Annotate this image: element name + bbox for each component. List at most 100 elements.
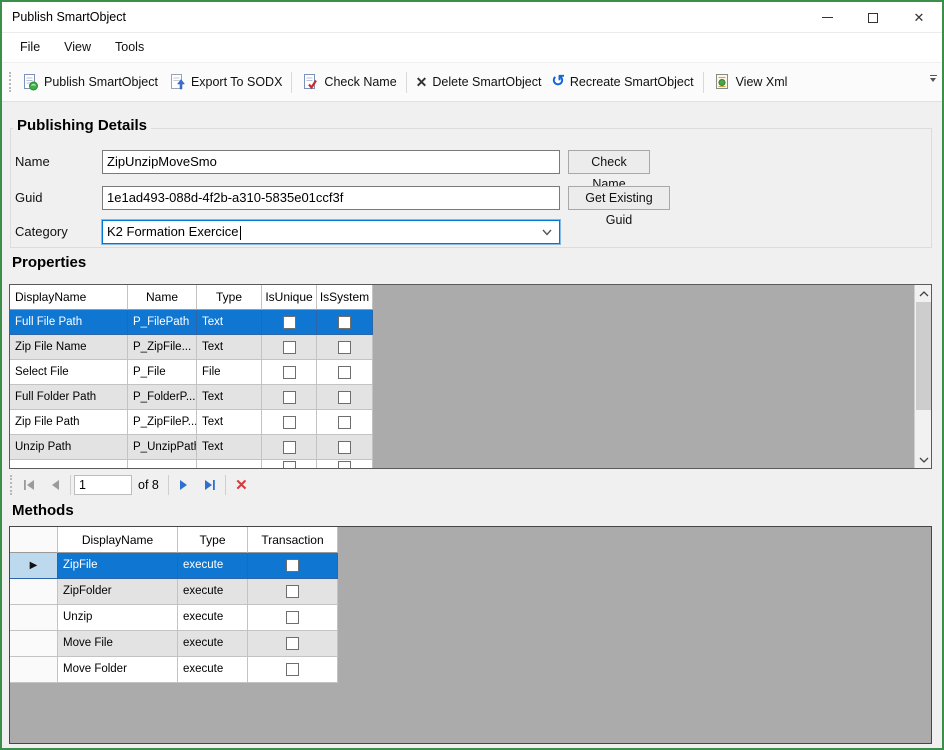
methods-row[interactable]: Move Fileexecute bbox=[10, 631, 931, 657]
issystem-checkbox[interactable] bbox=[338, 416, 351, 429]
row-selector-cell[interactable] bbox=[10, 605, 58, 631]
issystem-checkbox[interactable] bbox=[338, 391, 351, 404]
methods-row[interactable]: Move Folderexecute bbox=[10, 657, 931, 683]
check-name-button[interactable]: Check Name bbox=[568, 150, 650, 174]
column-header-issystem[interactable]: IsSystem bbox=[317, 285, 373, 310]
column-header-displayname[interactable]: DisplayName bbox=[58, 527, 178, 553]
minimize-button[interactable] bbox=[804, 2, 850, 33]
properties-row[interactable]: Full File PathP_FilePathText bbox=[10, 310, 931, 335]
previous-page-icon bbox=[49, 479, 61, 491]
properties-row[interactable]: Zip File PathP_ZipFileP...Text bbox=[10, 410, 931, 435]
scroll-down-button[interactable] bbox=[915, 451, 932, 468]
isunique-checkbox[interactable] bbox=[283, 341, 296, 354]
toolbar-item-label: Delete SmartObject bbox=[432, 75, 541, 89]
publish-smartobject-icon bbox=[21, 73, 39, 91]
last-page-button[interactable] bbox=[197, 474, 222, 496]
row-selector-cell[interactable]: ▶ bbox=[10, 553, 58, 579]
row-selector-cell[interactable] bbox=[10, 657, 58, 683]
cell-type: execute bbox=[178, 631, 248, 657]
issystem-checkbox[interactable] bbox=[338, 341, 351, 354]
guid-input[interactable]: 1e1ad493-088d-4f2b-a310-5835e01ccf3f bbox=[102, 186, 560, 210]
isunique-checkbox[interactable] bbox=[283, 461, 296, 469]
current-position-input[interactable] bbox=[74, 475, 132, 495]
recreate-smartobject-button[interactable]: ↺ Recreate SmartObject bbox=[546, 70, 698, 94]
cell-issystem bbox=[317, 435, 373, 460]
category-combobox[interactable]: K2 Formation Exercice bbox=[102, 220, 560, 244]
close-button[interactable]: ✕ bbox=[896, 2, 942, 33]
cell-displayname: Unzip bbox=[58, 605, 178, 631]
methods-row[interactable]: Unzipexecute bbox=[10, 605, 931, 631]
chevron-down-icon bbox=[542, 229, 552, 236]
menu-tools[interactable]: Tools bbox=[103, 33, 156, 62]
maximize-icon bbox=[868, 13, 878, 23]
cell-type: execute bbox=[178, 657, 248, 683]
issystem-checkbox[interactable] bbox=[338, 441, 351, 454]
publish-smartobject-window: Publish SmartObject ✕ File View Tools Pu… bbox=[0, 0, 944, 750]
first-page-button[interactable] bbox=[17, 474, 42, 496]
transaction-checkbox[interactable] bbox=[286, 637, 299, 650]
isunique-checkbox[interactable] bbox=[283, 416, 296, 429]
category-value: K2 Formation Exercice bbox=[107, 224, 239, 239]
export-to-sodx-button[interactable]: Export To SODX bbox=[163, 69, 287, 95]
issystem-checkbox[interactable] bbox=[338, 366, 351, 379]
issystem-checkbox[interactable] bbox=[338, 461, 351, 469]
properties-row[interactable]: Unzip PathP_UnzipPathText bbox=[10, 435, 931, 460]
scroll-up-button[interactable] bbox=[915, 285, 932, 302]
next-page-button[interactable] bbox=[172, 474, 197, 496]
column-header-type[interactable]: Type bbox=[178, 527, 248, 553]
row-selector-cell[interactable] bbox=[10, 579, 58, 605]
scrollbar-thumb[interactable] bbox=[916, 302, 931, 410]
cell-name: P_FolderP... bbox=[128, 385, 197, 410]
cell-displayname: Zip File Name bbox=[10, 335, 128, 360]
grid-filler bbox=[338, 605, 931, 631]
transaction-checkbox[interactable] bbox=[286, 559, 299, 572]
toolbar-overflow-button[interactable] bbox=[927, 75, 939, 82]
menu-file[interactable]: File bbox=[8, 33, 52, 62]
properties-row[interactable]: Select FileP_FileFile bbox=[10, 360, 931, 385]
isunique-checkbox[interactable] bbox=[283, 391, 296, 404]
previous-page-button[interactable] bbox=[42, 474, 67, 496]
maximize-button[interactable] bbox=[850, 2, 896, 33]
cell-displayname: Move Folder bbox=[58, 657, 178, 683]
category-label: Category bbox=[15, 220, 68, 244]
cell-transaction bbox=[248, 605, 338, 631]
isunique-checkbox[interactable] bbox=[283, 366, 296, 379]
delete-row-button[interactable]: ✕ bbox=[229, 474, 254, 496]
chevron-up-icon bbox=[919, 291, 929, 297]
window-title: Publish SmartObject bbox=[12, 2, 126, 33]
methods-row[interactable]: ZipFolderexecute bbox=[10, 579, 931, 605]
column-header-name[interactable]: Name bbox=[128, 285, 197, 310]
chevron-down-icon bbox=[930, 78, 936, 82]
menu-view[interactable]: View bbox=[52, 33, 103, 62]
delete-smartobject-button[interactable]: ✕ Delete SmartObject bbox=[411, 71, 547, 93]
isunique-checkbox[interactable] bbox=[283, 316, 296, 329]
properties-row[interactable]: Full Folder PathP_FolderP...Text bbox=[10, 385, 931, 410]
cell-displayname: ZipFile bbox=[58, 553, 178, 579]
get-existing-guid-button[interactable]: Get Existing Guid bbox=[568, 186, 670, 210]
toolbar-separator bbox=[291, 72, 292, 93]
current-row-arrow-icon: ▶ bbox=[30, 561, 38, 571]
pager-grip[interactable] bbox=[10, 475, 13, 495]
properties-pager: of 8 ✕ bbox=[6, 470, 932, 500]
view-xml-button[interactable]: View Xml bbox=[708, 69, 793, 95]
methods-row[interactable]: ▶ZipFileexecute bbox=[10, 553, 931, 579]
name-label: Name bbox=[15, 150, 50, 174]
properties-scrollbar[interactable] bbox=[914, 285, 931, 468]
cell-isunique bbox=[262, 410, 317, 435]
transaction-checkbox[interactable] bbox=[286, 585, 299, 598]
row-selector-cell[interactable] bbox=[10, 631, 58, 657]
toolbar-grip[interactable] bbox=[9, 72, 12, 92]
properties-row[interactable]: Zip File NameP_ZipFile...Text bbox=[10, 335, 931, 360]
column-header-isunique[interactable]: IsUnique bbox=[262, 285, 317, 310]
issystem-checkbox[interactable] bbox=[338, 316, 351, 329]
column-header-displayname[interactable]: DisplayName bbox=[10, 285, 128, 310]
publish-smartobject-button[interactable]: Publish SmartObject bbox=[16, 69, 163, 95]
transaction-checkbox[interactable] bbox=[286, 611, 299, 624]
column-header-transaction[interactable]: Transaction bbox=[248, 527, 338, 553]
column-header-type[interactable]: Type bbox=[197, 285, 262, 310]
transaction-checkbox[interactable] bbox=[286, 663, 299, 676]
isunique-checkbox[interactable] bbox=[283, 441, 296, 454]
check-name-toolbar-button[interactable]: Check Name bbox=[296, 69, 401, 95]
name-input[interactable]: ZipUnzipMoveSmo bbox=[102, 150, 560, 174]
cell-issystem bbox=[317, 460, 373, 468]
